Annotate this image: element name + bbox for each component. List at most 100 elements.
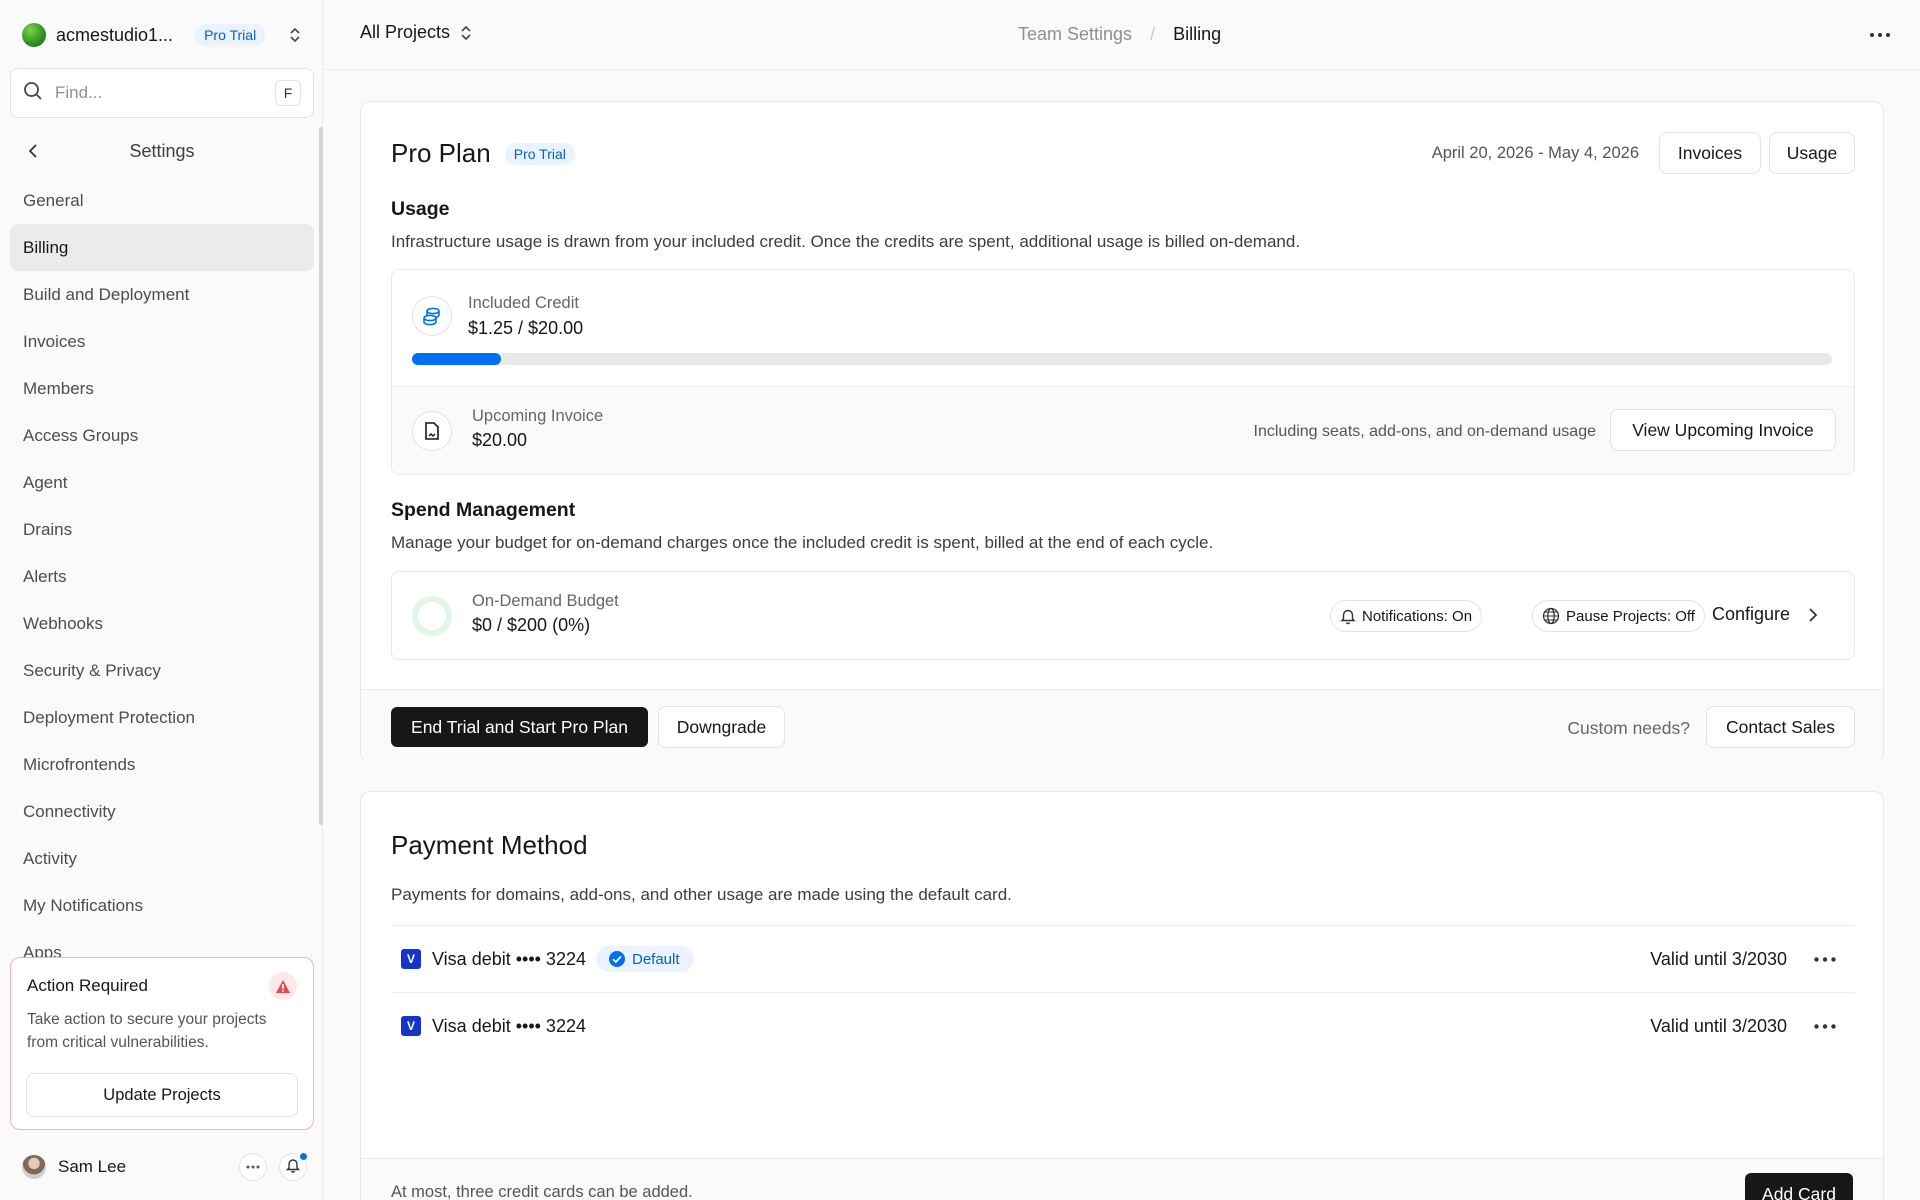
- configure-link[interactable]: Configure: [1712, 604, 1818, 625]
- notifications-status-label: Notifications: On: [1362, 607, 1473, 625]
- warning-icon: [269, 972, 297, 1000]
- top-bar: All Projects Team Settings / Billing: [324, 0, 1920, 70]
- more-icon[interactable]: [1805, 1011, 1845, 1041]
- sidebar-item-members[interactable]: Members: [10, 365, 314, 412]
- budget-progress-ring: [412, 596, 452, 636]
- sidebar-item-my-notifications[interactable]: My Notifications: [10, 882, 314, 929]
- sidebar-item-deployment-protection[interactable]: Deployment Protection: [10, 694, 314, 741]
- sidebar-item-alerts[interactable]: Alerts: [10, 553, 314, 600]
- add-card-button[interactable]: Add Card: [1745, 1173, 1853, 1200]
- payment-footer-note: At most, three credit cards can be added…: [391, 1183, 693, 1200]
- notifications-status[interactable]: Notifications: On: [1330, 600, 1483, 632]
- custom-needs-text: Custom needs?: [1567, 718, 1690, 738]
- plan-card: Pro Plan Pro Trial April 20, 2026 - May …: [360, 101, 1884, 763]
- visa-icon: V: [401, 1016, 421, 1036]
- sidebar-item-activity[interactable]: Activity: [10, 835, 314, 882]
- plan-footer: End Trial and Start Pro Plan Downgrade C…: [361, 689, 1883, 763]
- sidebar-item-webhooks[interactable]: Webhooks: [10, 600, 314, 647]
- avatar: [22, 1155, 46, 1179]
- action-title: Action Required: [27, 976, 148, 995]
- notifications-button[interactable]: [279, 1151, 309, 1181]
- payment-description: Payments for domains, add-ons, and other…: [391, 885, 1012, 904]
- invoice-value: $20.00: [472, 430, 528, 450]
- card-valid-until: Valid until 3/2030: [1650, 1015, 1787, 1036]
- card-valid-until: Valid until 3/2030: [1650, 948, 1787, 969]
- sidebar-item-agent[interactable]: Agent: [10, 459, 314, 506]
- chevron-updown-icon: [458, 23, 474, 43]
- sidebar-item-invoices[interactable]: Invoices: [10, 318, 314, 365]
- bell-icon: [285, 1157, 301, 1178]
- upcoming-invoice-row: Upcoming Invoice $20.00 Including seats,…: [392, 386, 1854, 474]
- plan-title: Pro Plan: [391, 138, 491, 168]
- billing-period: April 20, 2026 - May 4, 2026: [1431, 144, 1639, 162]
- plan-badge: Pro Trial: [504, 142, 575, 165]
- globe-icon: [1542, 607, 1560, 625]
- pause-projects-status[interactable]: Pause Projects: Off: [1532, 600, 1705, 632]
- sidebar: acmestudio1... Pro Trial Find... F Setti…: [0, 0, 323, 1200]
- sidebar-item-microfrontends[interactable]: Microfrontends: [10, 741, 314, 788]
- sidebar-item-access-groups[interactable]: Access Groups: [10, 412, 314, 459]
- sidebar-item-billing[interactable]: Billing: [10, 224, 314, 271]
- breadcrumb-separator: /: [1150, 24, 1156, 44]
- pause-projects-label: Pause Projects: Off: [1566, 607, 1695, 625]
- bell-icon: [1340, 609, 1356, 625]
- sidebar-item-drains[interactable]: Drains: [10, 506, 314, 553]
- payment-footer: At most, three credit cards can be added…: [361, 1158, 1883, 1200]
- default-badge: Default: [595, 946, 694, 972]
- spend-section-title: Spend Management: [391, 499, 576, 521]
- settings-nav: General Billing Build and Deployment Inv…: [10, 177, 314, 959]
- team-name: acmestudio1...: [56, 24, 174, 45]
- invoice-label: Upcoming Invoice: [472, 407, 604, 425]
- payment-card-row[interactable]: V Visa debit •••• 3224 Default Valid unt…: [391, 925, 1855, 992]
- credit-progress-fill: [412, 353, 501, 365]
- chevron-left-icon[interactable]: [10, 136, 56, 166]
- view-upcoming-invoice-button[interactable]: View Upcoming Invoice: [1610, 409, 1836, 451]
- sidebar-item-general[interactable]: General: [10, 177, 314, 224]
- plan-title-row: Pro Plan Pro Trial: [391, 138, 575, 169]
- included-credit-row: Included Credit $1.25 / $20.00: [392, 270, 1854, 386]
- payment-method-card: Payment Method Payments for domains, add…: [360, 791, 1884, 1200]
- on-demand-budget-row: On-Demand Budget $0 / $200 (0%) Notifica…: [391, 571, 1855, 660]
- contact-sales-button[interactable]: Contact Sales: [1706, 706, 1855, 748]
- sidebar-item-security-privacy[interactable]: Security & Privacy: [10, 647, 314, 694]
- breadcrumb-team-settings[interactable]: Team Settings: [1018, 24, 1132, 45]
- budget-value: $0 / $200 (0%): [472, 615, 591, 635]
- user-name: Sam Lee: [58, 1157, 127, 1176]
- project-switcher-label: All Projects: [360, 22, 451, 42]
- payment-card-row[interactable]: V Visa debit •••• 3224 Valid until 3/203…: [391, 992, 1855, 1059]
- card-label: Visa debit •••• 3224: [432, 1015, 586, 1036]
- usage-box: Included Credit $1.25 / $20.00 Upcoming …: [391, 269, 1855, 475]
- default-badge-label: Default: [631, 950, 680, 968]
- credit-label: Included Credit: [468, 294, 579, 312]
- budget-label: On-Demand Budget: [472, 592, 619, 610]
- team-switcher[interactable]: acmestudio1... Pro Trial: [22, 20, 307, 50]
- invoice-icon: [412, 411, 452, 451]
- sidebar-item-build-and-deployment[interactable]: Build and Deployment: [10, 271, 314, 318]
- team-avatar: [22, 23, 46, 47]
- breadcrumb-billing: Billing: [1173, 24, 1222, 44]
- user-menu[interactable]: Sam Lee: [22, 1150, 309, 1184]
- usage-description: Infrastructure usage is drawn from your …: [391, 232, 1301, 251]
- sidebar-item-connectivity[interactable]: Connectivity: [10, 788, 314, 835]
- end-trial-button[interactable]: End Trial and Start Pro Plan: [391, 707, 648, 747]
- usage-button[interactable]: Usage: [1769, 132, 1855, 174]
- invoices-button[interactable]: Invoices: [1659, 132, 1761, 174]
- sidebar-item-apps[interactable]: Apps: [10, 929, 314, 960]
- search-icon: [23, 81, 43, 106]
- search-shortcut: F: [275, 80, 301, 106]
- update-projects-button[interactable]: Update Projects: [26, 1073, 298, 1117]
- configure-label: Configure: [1712, 604, 1791, 624]
- chevron-right-icon: [1809, 607, 1818, 622]
- search-input[interactable]: Find... F: [10, 68, 314, 118]
- action-text: Take action to secure your projects from…: [27, 1011, 267, 1051]
- visa-icon: V: [401, 949, 421, 969]
- downgrade-button[interactable]: Downgrade: [658, 706, 785, 748]
- coins-icon: [412, 296, 452, 336]
- action-required-card: Action Required Take action to secure yo…: [10, 957, 314, 1130]
- sidebar-scrollbar[interactable]: [319, 127, 323, 825]
- search-placeholder: Find...: [55, 83, 103, 102]
- more-icon[interactable]: [239, 1153, 267, 1181]
- more-icon[interactable]: [1866, 22, 1894, 48]
- project-switcher[interactable]: All Projects: [360, 22, 478, 43]
- more-icon[interactable]: [1805, 944, 1845, 974]
